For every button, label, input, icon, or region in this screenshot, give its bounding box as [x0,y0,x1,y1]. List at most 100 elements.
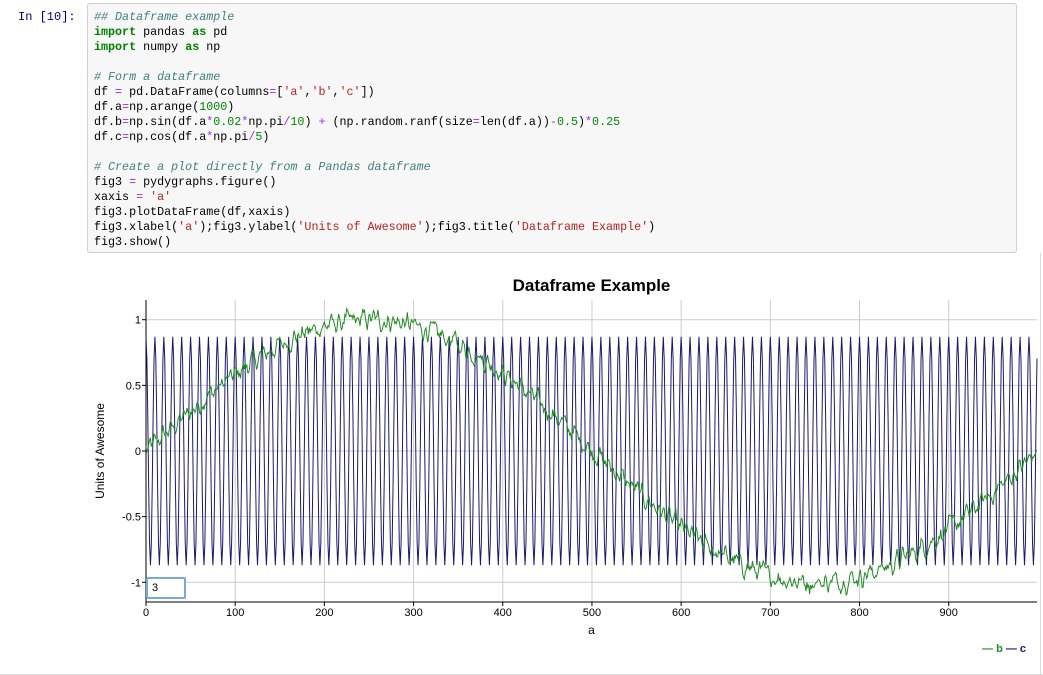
code-token: 'c' [339,85,361,99]
code-token: # Form a dataframe [94,70,221,84]
code-token: np [199,40,221,54]
code-token: (np.random.ranf(size [325,115,473,129]
code-token: fig3.show() [94,235,172,249]
code-token: len(df.a)) [479,115,550,129]
code-line: xaxis = 'a' [94,190,1010,205]
code-token: pd.DataFrame(columns [122,85,270,99]
roll-period-input[interactable] [146,577,186,599]
dygraph-chart[interactable]: 0 100 200 300 400 500 600 700 800 900 -1 -0.5 0 0.5 1 D… [87,262,1042,674]
code-line: df.b=np.sin(df.a*0.02*np.pi/10) + (np.ra… [94,115,1010,130]
code-token: pydygraphs.figure() [136,175,277,189]
code-token: );fig3.ylabel( [199,220,298,234]
code-token: pandas [136,25,193,39]
code-token: # Create a plot directly from a Pandas d… [94,160,431,174]
code-token: * [585,115,593,129]
code-token: fig3.xlabel( [94,220,179,234]
code-token: 'a' [150,190,172,204]
code-token: np.pi [248,115,284,129]
code-token: 10 [290,115,305,129]
code-line: df.a=np.arange(1000) [94,100,1010,115]
y-tick-label: 0.5 [126,380,141,392]
code-token: xaxis [94,190,137,204]
code-token: = [115,85,123,99]
code-token: ) [304,115,319,129]
x-tick-label: 800 [850,607,868,619]
code-line: # Form a dataframe [94,70,1010,85]
code-token: 0.02 [213,115,242,129]
x-tick-label: 400 [494,607,512,619]
code-line: fig3 = pydygraphs.figure() [94,175,1010,190]
code-token: np.pi [213,130,249,144]
code-token: );fig3.title( [423,220,515,234]
code-token: 'Dataframe Example' [514,220,649,234]
code-line: fig3.plotDataFrame(df,xaxis) [94,205,1010,220]
code-token: df.b [94,115,123,129]
code-token: as [185,40,200,54]
y-tick-label: -0.5 [122,512,141,524]
code-line: import numpy as np [94,40,1010,55]
x-axis-label: a [588,623,595,637]
code-token: 'a' [178,220,200,234]
code-token: pd [206,25,228,39]
code-token: df [94,85,116,99]
code-editor[interactable]: ## Dataframe example import pandas as pd i… [87,3,1017,253]
x-tick-label: 200 [315,607,333,619]
x-tick-label: 0 [143,607,149,619]
code-token: 'Units of Awesome' [297,220,424,234]
code-token: import [94,40,137,54]
code-line: df.c=np.cos(df.a*np.pi/5) [94,130,1010,145]
legend-line-b-icon: — [982,643,993,655]
code-token: fig3.plotDataFrame(df,xaxis) [94,205,291,219]
code-token: df.c [94,130,123,144]
legend: — b — c [982,643,1026,655]
code-token: ## Dataframe example [94,10,235,24]
code-token: np.cos(df.a [129,130,207,144]
code-token: - [549,115,557,129]
x-tick-label: 900 [940,607,958,619]
code-token: + [318,115,326,129]
x-tick-label: 500 [583,607,601,619]
y-tick-label: -1 [131,577,141,589]
code-line: df = pd.DataFrame(columns=['a','b','c']) [94,85,1010,100]
code-line: # Create a plot directly from a Pandas d… [94,160,1010,175]
code-token: as [192,25,207,39]
code-token: 'a' [283,85,305,99]
code-token: ) [578,115,586,129]
code-token: ) [227,100,235,114]
chart-title: Dataframe Example [513,276,671,295]
code-token: ) [262,130,270,144]
code-token: 0.5 [556,115,579,129]
code-token: np.sin(df.a [129,115,207,129]
x-tick-label: 100 [226,607,244,619]
y-tick-label: 0 [135,446,141,458]
code-token: ) [648,220,656,234]
output-area: 0 100 200 300 400 500 600 700 800 900 -1 -0.5 0 0.5 1 D… [87,262,1042,674]
legend-label-c: c [1019,643,1027,655]
code-line: import pandas as pd [94,25,1010,40]
cell-right-border [1040,253,1041,674]
x-tick-label: 700 [761,607,779,619]
y-tick-label: 1 [135,315,141,327]
code-token: 1000 [199,100,228,114]
code-token: ]) [360,85,375,99]
x-tick-label: 600 [672,607,690,619]
code-token: numpy [136,40,186,54]
cell-prompt: In [10]: [18,10,76,24]
legend-line-c-icon: — [1005,643,1017,655]
code-token: = [472,115,480,129]
code-token: fig3 [94,175,130,189]
x-tick-label: 300 [404,607,422,619]
y-axis-label: Units of Awesome [93,403,107,499]
code-line: fig3.show() [94,235,1010,250]
code-line: ## Dataframe example [94,10,1010,25]
code-token: , [332,85,340,99]
code-token: np.arange( [129,100,200,114]
legend-label-b: b [996,643,1003,655]
code-line: fig3.xlabel('a');fig3.ylabel('Units of A… [94,220,1010,235]
code-token: import [94,25,137,39]
code-token: 'b' [311,85,333,99]
code-token: df.a [94,100,123,114]
code-token: 0.25 [592,115,621,129]
